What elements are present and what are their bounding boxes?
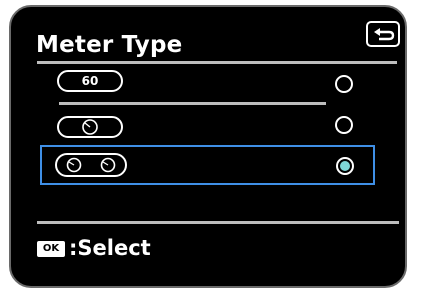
option-dual-dial-meter[interactable] [40, 145, 375, 185]
return-arrow-icon [374, 28, 395, 41]
radio-dual-dial-selected[interactable] [336, 157, 354, 175]
meter-type-screen: Meter Type 60 OK:Select [9, 5, 407, 288]
option-divider [59, 102, 326, 105]
option-numeric-meter[interactable]: 60 [37, 68, 371, 96]
select-hint: :Select [69, 236, 151, 260]
dual-dial-meter-icon [55, 153, 127, 177]
option-analog-meter[interactable] [37, 115, 371, 143]
footer-divider [37, 221, 399, 224]
ok-button-icon: OK [37, 241, 65, 257]
meter-value-label: 60 [81, 74, 99, 88]
page-title: Meter Type [36, 32, 183, 58]
title-divider [37, 61, 397, 64]
radio-selected-dot [340, 161, 350, 171]
radio-analog[interactable] [335, 116, 353, 134]
analog-dial-meter-icon [57, 116, 123, 138]
radio-numeric[interactable] [335, 75, 353, 93]
numeric-meter-icon: 60 [57, 70, 123, 92]
back-button[interactable] [366, 21, 400, 47]
